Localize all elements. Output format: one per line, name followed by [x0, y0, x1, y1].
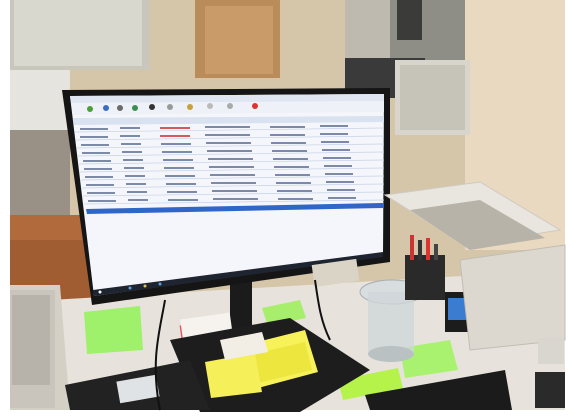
- sticky-note-green: [84, 306, 143, 354]
- office-desk-photo: [0, 0, 573, 418]
